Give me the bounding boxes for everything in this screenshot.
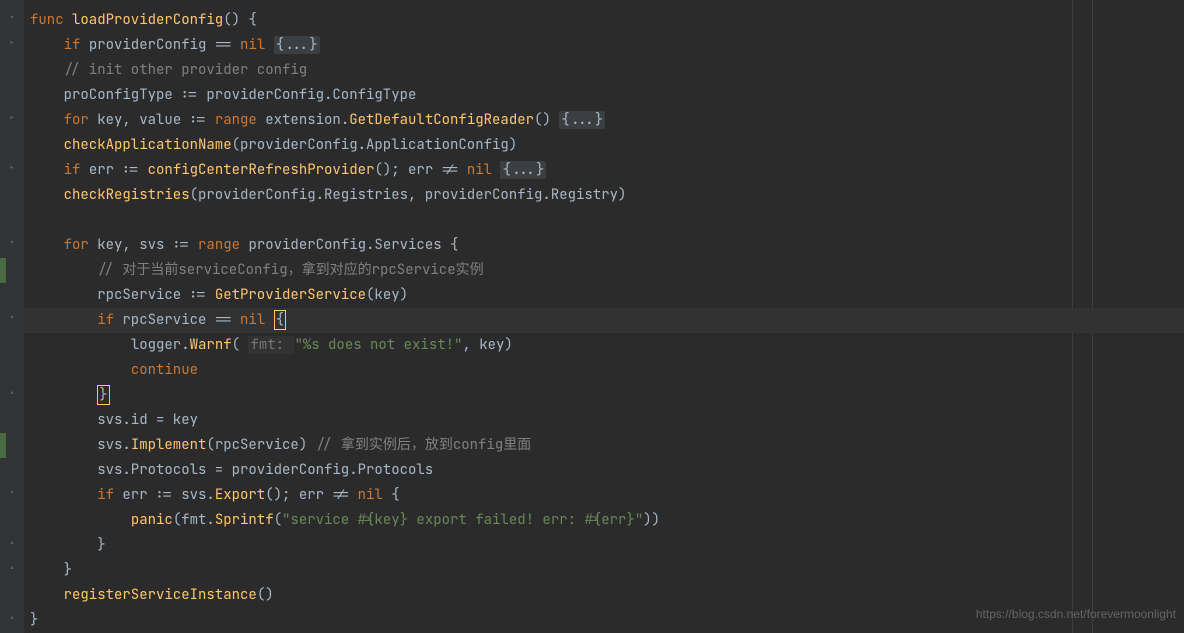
code-editor[interactable]: ▾ ▸ ▸ ▸ ▾ ▾ ▴ ▾ ▴ ▴ ▴ func loadProviderC… [0,0,1184,633]
code-line[interactable]: // 对于当前serviceConfig，拿到对应的rpcService实例 [24,258,1184,283]
code-line[interactable]: for key, svs := range providerConfig.Ser… [24,233,1184,258]
code-line[interactable]: svs.id = key [24,408,1184,433]
code-line[interactable]: } [24,533,1184,558]
code-line[interactable]: logger.Warnf( fmt: "%s does not exist!",… [24,333,1184,358]
code-line[interactable]: if err := configCenterRefreshProvider();… [24,158,1184,183]
fold-marker[interactable]: ▾ [6,312,18,324]
code-line[interactable]: } [24,383,1184,408]
code-line[interactable]: checkApplicationName(providerConfig.Appl… [24,133,1184,158]
code-area[interactable]: func loadProviderConfig() { if providerC… [24,0,1184,633]
code-line-current[interactable]: if rpcService == nil { [24,308,1184,333]
fold-marker[interactable]: ▾ [6,12,18,24]
code-line[interactable]: panic(fmt.Sprintf("service #{key} export… [24,508,1184,533]
fold-marker[interactable]: ▸ [6,162,18,174]
code-line[interactable]: proConfigType := providerConfig.ConfigTy… [24,83,1184,108]
code-line[interactable]: for key, value := range extension.GetDef… [24,108,1184,133]
line-marker [0,433,6,458]
fold-marker[interactable]: ▸ [6,112,18,124]
code-line[interactable]: svs.Protocols = providerConfig.Protocols [24,458,1184,483]
code-fold[interactable]: {...} [559,111,605,129]
fold-end-marker[interactable]: ▴ [6,612,18,624]
fold-end-marker[interactable]: ▴ [6,537,18,549]
fold-marker[interactable]: ▾ [6,237,18,249]
code-line[interactable]: func loadProviderConfig() { [24,8,1184,33]
code-fold[interactable]: {...} [274,36,320,54]
code-line[interactable]: // init other provider config [24,58,1184,83]
code-line[interactable]: svs.Implement(rpcService) // 拿到实例后，放到con… [24,433,1184,458]
fold-marker[interactable]: ▸ [6,37,18,49]
code-line[interactable]: if providerConfig == nil {...} [24,33,1184,58]
param-hint: fmt: [248,336,294,354]
code-line[interactable] [24,208,1184,233]
line-marker [0,258,6,283]
gutter: ▾ ▸ ▸ ▸ ▾ ▾ ▴ ▾ ▴ ▴ ▴ [0,0,24,633]
code-line[interactable]: rpcService := GetProviderService(key) [24,283,1184,308]
brace-match: } [97,385,109,405]
watermark-text: https://blog.csdn.net/forevermoonlight [976,602,1176,627]
code-fold[interactable]: {...} [500,161,546,179]
fold-end-marker[interactable]: ▴ [6,562,18,574]
code-line[interactable]: if err := svs.Export(); err != nil { [24,483,1184,508]
code-line[interactable]: } [24,558,1184,583]
fold-end-marker[interactable]: ▴ [6,387,18,399]
code-line[interactable]: continue [24,358,1184,383]
brace-match: { [274,310,286,330]
fold-marker[interactable]: ▾ [6,487,18,499]
code-line[interactable]: checkRegistries(providerConfig.Registrie… [24,183,1184,208]
